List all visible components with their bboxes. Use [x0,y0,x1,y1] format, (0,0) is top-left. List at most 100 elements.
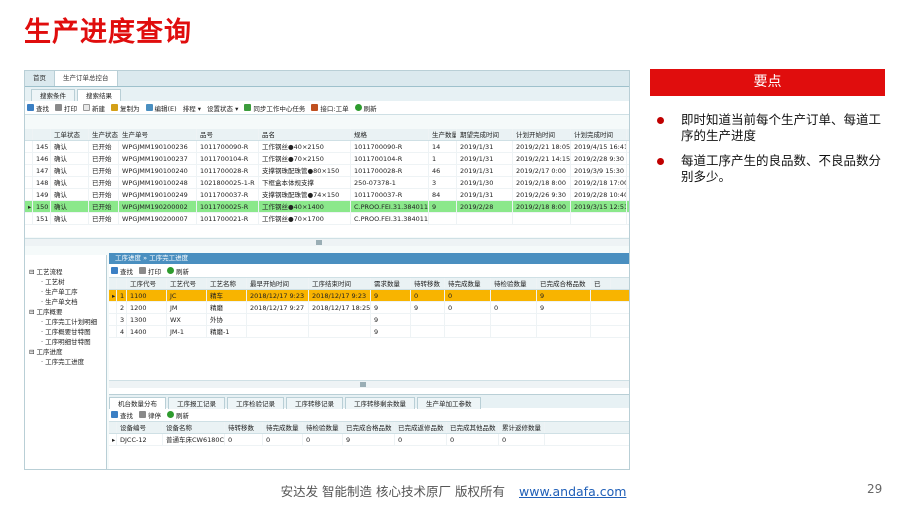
table-cell: 1 [429,153,457,164]
table-cell: 9 [411,302,445,313]
table-row[interactable]: 146 确认 已开始 WPGJMM190100237 1011700104-R 工作钢丝●… [25,153,629,165]
collapse-icon[interactable]: ⊟ [29,268,37,276]
tree-node[interactable]: ⊟ 工序概要 [25,307,106,317]
table-cell: 0 [395,434,447,445]
table-row[interactable]: ▸DJCC-12普通车床CW6180C·...0009000 [109,434,629,446]
scroll-thumb[interactable] [315,240,322,245]
keypoint-item: 即时知道当前每个生产订单、每道工序的生产进度 [657,112,892,144]
top-tabbar: 首页 生产订单总控台 [25,71,629,87]
table-cell: 外协 [207,314,247,325]
table-cell [445,314,491,325]
process-hscrollbar[interactable] [109,380,629,388]
table-row[interactable]: 3 1300 WX 外协 9 [109,314,629,326]
schedule-dropdown[interactable]: 排程 ▾ [183,103,201,113]
tree-node[interactable]: · 生产单文档 [25,297,106,307]
table-cell: 0 [491,302,537,313]
tree-node[interactable]: ⊟ 工艺流程 [25,267,106,277]
tree-node[interactable]: · 工序完工进度 [25,357,106,367]
tab-home[interactable]: 首页 [25,71,55,86]
bottom-tab[interactable]: 工序检验记录 [227,396,284,409]
tree-node[interactable]: · 工艺树 [25,277,106,287]
table-cell: 9 [371,314,411,325]
machine-pause-button[interactable]: 律停 [139,410,161,420]
table-cell: 1011700090-R [351,141,429,152]
table-row[interactable]: 147 确认 已开始 WPGJMM190100240 1011700028-R 支撑钢珠配… [25,165,629,177]
printer-icon [139,267,146,274]
bottom-tab[interactable]: 工序转移剩余数量 [345,396,415,409]
table-row[interactable]: 148 确认 已开始 WPGJMM190100248 1021800025-1-R 下框盒… [25,177,629,189]
bottom-tab[interactable]: 机台数量分布 [109,396,166,409]
collapse-icon[interactable]: ⊟ [29,348,37,356]
tab-search-results[interactable]: 搜索结果 [77,89,121,101]
bottom-tab[interactable]: 工序报工记录 [168,396,225,409]
tab-search-criteria[interactable]: 搜索条件 [31,89,75,101]
new-doc-icon [83,104,90,111]
tree-node[interactable]: ⊟ 工序进度 [25,347,106,357]
table-row[interactable]: 2 1200 JM 精磨 2018/12/17 9:27 2018/12/17 18:25… [109,302,629,314]
table-cell [25,189,33,200]
print-button[interactable]: 打印 [55,103,77,113]
tree-node[interactable]: · 工序明细甘特图 [25,337,106,347]
process-print-button[interactable]: 打印 [139,266,161,276]
orders-body: 145 确认 已开始 WPGJMM190100236 1011700090-R 工作钢丝●… [25,141,629,225]
bottom-tab[interactable]: 生产单加工参数 [417,396,481,409]
tree-node-label: 工序概要甘特图 [45,328,91,336]
table-cell: 0 [445,290,491,301]
tree-node-label: 生产单工序 [45,288,78,296]
table-cell: 146 [33,153,51,164]
sync-icon [244,104,252,111]
table-cell: 1011700028-R [197,165,259,176]
set-status-dropdown[interactable]: 设置状态 ▾ [207,103,238,113]
table-cell [445,326,491,337]
table-cell: 0 [447,434,499,445]
tree-node[interactable]: · 工序完工计划明细 [25,317,106,327]
keypoints-header: 要点 [650,69,885,96]
binoculars-icon [111,411,118,418]
table-cell [25,141,33,152]
website-link[interactable]: www.andafa.com [519,484,626,499]
interface-order-button[interactable]: 接口:工单 [311,103,349,113]
table-cell: 2019/1/30 [457,177,513,188]
table-cell: 9 [371,302,411,313]
scroll-thumb[interactable] [359,382,366,387]
table-row[interactable]: 145 确认 已开始 WPGJMM190100236 1011700090-R 工作钢丝●… [25,141,629,153]
orders-hscrollbar[interactable] [25,238,629,246]
table-cell: 2019/1/31 [457,165,513,176]
table-cell: 2019/3/15 12:51 [571,201,627,212]
collapse-icon[interactable]: ⊟ [29,308,37,316]
tab-order-console[interactable]: 生产订单总控台 [55,71,118,86]
table-row[interactable]: ▸ 150 确认 已开始 WPGJMM190200002 1011700025-R 工作钢丝… [25,201,629,213]
table-cell: 147 [33,165,51,176]
table-cell: ▸ [25,201,33,212]
tree-node[interactable]: · 工序概要甘特图 [25,327,106,337]
table-cell: 确认 [51,177,89,188]
sync-tasks-button[interactable]: 同步工作中心任务 [244,103,305,113]
find-button[interactable]: 查找 [27,103,49,113]
machine-find-button[interactable]: 查找 [111,410,133,420]
table-cell: 1011700025-R [197,201,259,212]
keypoint-item: 每道工序产生的良品数、不良品数分别多少。 [657,153,892,185]
process-refresh-button[interactable]: 刷新 [167,266,189,276]
refresh-button[interactable]: 刷新 [354,103,377,113]
machine-header: 设备编号 设备名称 待转移数 待完成数量 待检验数量 已完成合格品数 已完成返修… [109,422,629,434]
table-cell: 2019/2/28 [457,201,513,212]
table-row[interactable]: 151 确认 已开始 WPGJMM190200007 1011700021-R 工作钢丝●… [25,213,629,225]
machine-refresh-button[interactable]: 刷新 [167,410,189,420]
table-cell: 普通车床CW6180C·... [163,434,225,445]
edit-button[interactable]: 编辑(E) [145,103,177,113]
process-find-button[interactable]: 查找 [111,266,133,276]
table-cell: 精车 [207,290,247,301]
copy-as-button[interactable]: 复制为 [111,103,140,113]
table-cell: 工作钢丝●70×1700 [259,213,351,224]
table-cell [247,314,309,325]
table-row[interactable]: 149 确认 已开始 WPGJMM190100249 1011700037-R 支撑钢珠配… [25,189,629,201]
table-row[interactable]: ▸ 1 1100 JC 精车 2018/12/17 9:23 2018/12/17 9:23… [109,290,629,302]
bottom-tab[interactable]: 工序转移记录 [286,396,343,409]
tree-node[interactable]: · 生产单工序 [25,287,106,297]
table-cell: 工作钢丝●40×1400 [259,201,351,212]
edit-icon [145,104,153,111]
new-button[interactable]: 新建 [83,103,105,113]
table-cell [309,314,371,325]
table-row[interactable]: 4 1400 JM-1 精磨-1 9 [109,326,629,338]
table-cell: 84 [429,189,457,200]
